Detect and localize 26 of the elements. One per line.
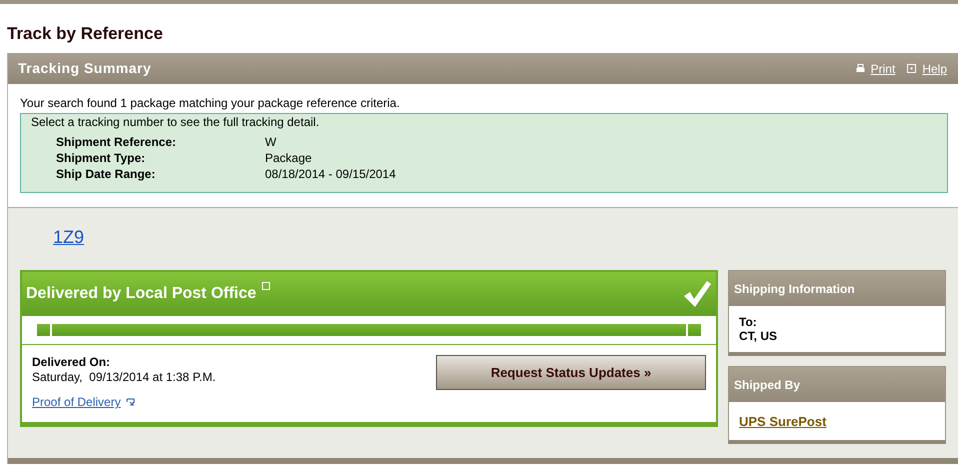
popup-icon (126, 398, 135, 406)
detail-label: Shipment Type: (56, 150, 146, 166)
tracking-number-link[interactable]: 1Z9 (53, 227, 84, 247)
carrier-link[interactable]: UPS SurePost (739, 414, 826, 429)
detail-value: 08/18/2014 - 09/15/2014 (265, 166, 397, 182)
help-icon[interactable] (262, 282, 270, 290)
detail-value: W (265, 134, 278, 150)
card-title: Shipped By (734, 376, 800, 394)
request-updates-button[interactable]: Request Status Updates » (436, 355, 706, 390)
proof-of-delivery-link[interactable]: Proof of Delivery (32, 393, 135, 411)
detail-value: Package (265, 150, 313, 166)
detail-label: Ship Date Range: (56, 166, 156, 182)
search-message: Your search found 1 package matching your package reference criteria. (20, 96, 401, 111)
status-title: Delivered by Local Post Office (26, 284, 256, 304)
checkmark-icon (682, 280, 712, 308)
help-icon (907, 64, 916, 73)
delivered-date: Saturday, 09/13/2014 at 1:38 P.M. (32, 370, 216, 385)
detail-label: Shipment Reference: (56, 134, 178, 150)
panel-title: Tracking Summary (18, 59, 152, 78)
address-line: CT, US (739, 329, 778, 343)
card-title: Shipping Information (734, 280, 855, 298)
page-title: Track by Reference (7, 24, 164, 44)
delivered-label: Delivered On: (32, 355, 112, 370)
printer-icon (856, 64, 865, 73)
address-line: To: (739, 315, 758, 329)
instruction-text: Select a tracking number to see the full tracking detail. (31, 115, 320, 130)
